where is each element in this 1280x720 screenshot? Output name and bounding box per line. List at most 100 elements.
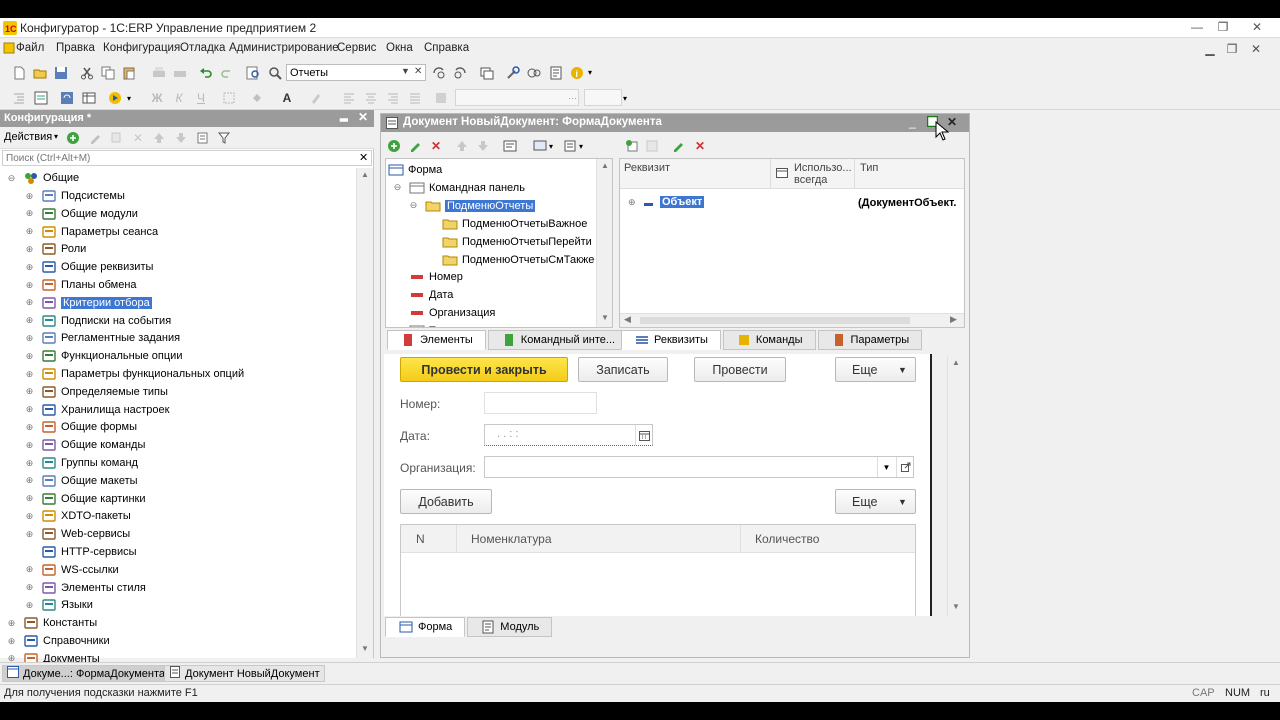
mdi-minimize-icon[interactable]: ▁ [1200,40,1220,58]
expand-icon[interactable]: ⊕ [24,280,35,291]
restore-icon[interactable]: ❐ [1210,18,1236,36]
expand-icon[interactable]: ⊕ [6,636,17,647]
copy-item-icon[interactable] [108,129,126,147]
merge-icon[interactable] [432,89,450,107]
expand-icon[interactable]: ⊕ [24,297,35,308]
open-icon[interactable] [31,64,49,82]
run-dropdown-icon[interactable]: ▾ [127,94,131,103]
save-button[interactable]: Записать [578,357,668,382]
tree-item[interactable]: ⊕ Критерии отбора [24,294,152,312]
menu-edit[interactable]: Правка [56,42,95,54]
tab-parameters[interactable]: Параметры [817,330,923,350]
form-minimize-icon[interactable]: _ [909,115,916,129]
element-up-icon[interactable] [453,137,471,155]
sort-icon[interactable] [194,129,212,147]
expand-icon[interactable]: ⊕ [24,351,35,362]
tree-item[interactable]: ⊕ Параметры сеанса [24,223,158,241]
tree-item[interactable]: ⊕ Общие реквизиты [24,258,154,276]
elements-scroll-up-icon[interactable]: ▲ [601,161,609,170]
layout-dropdown-icon[interactable]: ▾ [549,142,553,151]
menu-configuration[interactable]: Конфигурация [103,42,180,54]
tree-item[interactable]: ⊕ Web-сервисы [24,525,131,543]
tree-item[interactable]: ⊕ WS-ссылки [24,561,119,579]
element-layout-icon[interactable] [531,137,549,155]
collapse-icon[interactable]: ⊖ [408,200,419,211]
tree-item[interactable]: ⊕ Константы [6,614,97,632]
tree-item[interactable]: ⊕ Общие картинки [24,490,146,508]
align-center-icon[interactable] [362,89,380,107]
add-attribute-icon[interactable] [623,137,641,155]
chevron-down-icon[interactable]: ▼ [401,66,410,76]
edit-element-icon[interactable] [406,137,424,155]
font-name-field[interactable]: … [455,89,579,106]
expand-icon[interactable]: ⊕ [24,333,35,344]
expand-icon[interactable]: ⊕ [24,208,35,219]
element-down-icon[interactable] [474,137,492,155]
tree-item[interactable]: HTTP-сервисы [24,543,137,561]
font-size-field[interactable] [584,89,622,106]
col-attribute[interactable]: Реквизит [624,162,670,174]
tree-item[interactable]: ⊕ XDTO-пакеты [24,507,131,525]
panel-pin-icon[interactable]: ▂ [340,111,348,122]
undo-icon[interactable] [197,64,215,82]
element-tree-item[interactable]: Форма [388,161,442,179]
tree-scrollbar[interactable]: ▲ ▼ [356,168,373,658]
tab-attributes[interactable]: Реквизиты [621,330,721,350]
expand-icon[interactable]: ⊕ [24,475,35,486]
indent-icon[interactable] [10,89,28,107]
col-n[interactable]: N [416,532,425,546]
font-color-icon[interactable]: A [278,89,296,107]
expand-icon[interactable]: ⊕ [24,529,35,540]
element-tree-item[interactable]: ПодменюОтчетыПерейти [442,233,592,251]
collapse-icon[interactable]: ⊖ [392,182,403,193]
tree-root-general[interactable]: ⊖ Общие [6,169,79,187]
menu-windows[interactable]: Окна [386,42,413,54]
element-tree-item[interactable]: ⊖ ПодменюОтчеты [408,197,536,215]
element-menu-icon[interactable] [561,137,579,155]
expand-icon[interactable]: ⊕ [24,369,35,380]
task-new-document[interactable]: Документ НовыйДокумент [164,665,325,682]
menu-file[interactable]: Файл [16,42,44,54]
expand-icon[interactable]: ⊕ [24,493,35,504]
element-tree-item[interactable]: ПодменюОтчетыСмТакже [442,251,594,269]
highlight-icon[interactable] [307,89,325,107]
tree-item[interactable]: ⊕ Определяемые типы [24,383,168,401]
more-button[interactable]: Еще ▼ [835,357,916,382]
expand-icon[interactable]: ⊕ [24,315,35,326]
scroll-down-icon[interactable]: ▼ [361,644,369,653]
organization-dropdown-icon[interactable]: ▼ [877,457,895,477]
expand-icon[interactable]: ⊕ [24,564,35,575]
expand-icon[interactable] [24,547,35,558]
preview-scroll-up-icon[interactable]: ▲ [952,358,960,367]
elements-scrollbar[interactable]: ▲ ▼ [596,159,612,327]
filter-icon[interactable] [215,129,233,147]
delete-attribute-icon[interactable]: ✕ [691,137,709,155]
tools-icon[interactable] [504,64,522,82]
preview-scroll-down-icon[interactable]: ▼ [952,602,960,611]
save-icon[interactable] [52,64,70,82]
redo-icon[interactable] [218,64,236,82]
menu-help[interactable]: Справка [424,42,469,54]
tree-item[interactable]: ⊕ Подписки на события [24,312,171,330]
expand-icon[interactable]: ⊕ [24,226,35,237]
tab-command-interface[interactable]: Командный инте... [487,330,629,350]
find-next-icon[interactable] [430,64,448,82]
expand-icon[interactable]: ⊕ [24,511,35,522]
element-tree-item[interactable]: ПодменюОтчетыВажное [442,215,587,233]
search-clear-icon[interactable]: ✕ [359,151,368,164]
debug-icon[interactable] [525,64,543,82]
expand-icon[interactable]: ⊕ [24,582,35,593]
col-nomenclature[interactable]: Номенклатура [471,532,552,546]
italic-icon[interactable]: К [170,89,188,107]
date-field[interactable]: . . : : [484,424,653,446]
tree-item[interactable]: ⊕ Параметры функциональных опций [24,365,244,383]
table-more-button[interactable]: Еще ▼ [835,489,916,514]
task-form-document[interactable]: Докуме...: ФормаДокумента [2,665,171,682]
align-left-icon[interactable] [340,89,358,107]
mdi-close-icon[interactable]: ✕ [1246,40,1266,58]
add-button[interactable]: Добавить [400,489,492,514]
minimize-icon[interactable]: — [1184,18,1210,36]
tree-search-box[interactable]: ✕ [2,150,372,166]
delete-icon[interactable]: ✕ [129,129,147,147]
toolbar-more-icon[interactable]: ▾ [588,68,592,77]
